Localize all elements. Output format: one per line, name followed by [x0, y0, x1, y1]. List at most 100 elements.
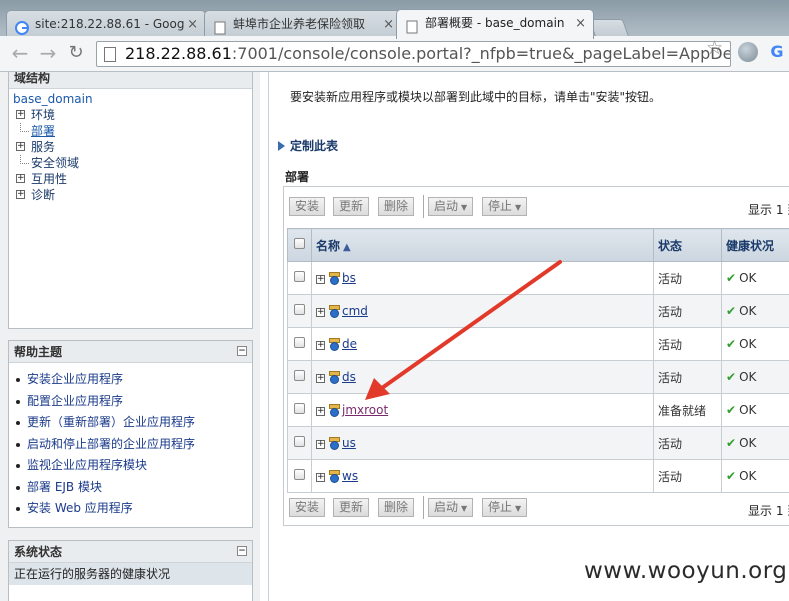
globe-extension-icon[interactable] — [738, 42, 758, 62]
bookmark-star-icon[interactable]: ☆ — [706, 37, 723, 59]
expand-icon[interactable]: + — [316, 473, 325, 482]
select-all-checkbox[interactable] — [294, 238, 305, 249]
expand-icon[interactable]: + — [316, 407, 325, 416]
back-arrow-icon[interactable]: ← — [8, 42, 32, 66]
tree-item-security-realms[interactable]: 安全领域 — [13, 155, 248, 171]
row-checkbox[interactable] — [294, 436, 305, 447]
browser-chrome: site:218.22.88.61 - Goog × 蚌埠市企业养老保险领取 ×… — [0, 0, 789, 72]
column-header-state[interactable]: 状态 — [653, 228, 722, 262]
forward-arrow-icon[interactable]: → — [36, 42, 60, 66]
browser-tab-deployments[interactable]: 部署概要 - base_domain × — [396, 9, 594, 39]
new-tab-button[interactable] — [588, 19, 630, 37]
tree-item-diagnostics[interactable]: + 诊断 — [13, 187, 248, 203]
deployment-link[interactable]: ws — [342, 469, 358, 483]
row-checkbox[interactable] — [294, 469, 305, 480]
expand-icon[interactable]: + — [316, 275, 325, 284]
expand-icon[interactable]: + — [316, 308, 325, 317]
application-icon — [329, 404, 340, 417]
expand-icon[interactable]: + — [316, 374, 325, 383]
help-link-install-app[interactable]: 安装企业应用程序 — [27, 372, 123, 386]
column-header-name[interactable]: 名称 ▲ — [311, 228, 654, 262]
expand-icon[interactable]: + — [16, 110, 25, 119]
deployment-link[interactable]: cmd — [342, 304, 368, 318]
deployment-link[interactable]: bs — [342, 271, 356, 285]
install-button[interactable]: 安装 — [289, 498, 326, 517]
expand-icon[interactable]: + — [16, 174, 25, 183]
console-page: 域结构 base_domain + 环境 部署 + 服务 安全领域 + 互用性 … — [0, 72, 789, 601]
list-item: 启动和停止部署的企业应用程序 — [15, 434, 252, 456]
install-button[interactable]: 安装 — [289, 197, 326, 216]
help-link-monitor-modules[interactable]: 监视企业应用程序模块 — [27, 458, 147, 472]
row-checkbox[interactable] — [294, 271, 305, 282]
list-item: 部署 EJB 模块 — [15, 477, 252, 499]
application-icon — [329, 338, 340, 351]
collapse-icon[interactable]: − — [237, 346, 247, 356]
help-link-configure-app[interactable]: 配置企业应用程序 — [27, 394, 123, 408]
expand-icon[interactable]: + — [16, 142, 25, 151]
row-checkbox[interactable] — [294, 304, 305, 315]
checkmark-icon: ✔ — [726, 304, 737, 318]
row-select-cell — [287, 426, 312, 460]
table-row: + ds 活动 ✔ OK — [287, 360, 789, 394]
health-value: OK — [739, 469, 757, 483]
sort-ascending-icon[interactable]: ▲ — [343, 242, 351, 253]
state-cell: 活动 — [653, 426, 722, 460]
update-button[interactable]: 更新 — [333, 197, 370, 216]
close-icon[interactable]: × — [575, 10, 586, 37]
deployment-link[interactable]: de — [342, 337, 357, 351]
tree-item-deployments[interactable]: 部署 — [13, 123, 248, 139]
row-checkbox[interactable] — [294, 403, 305, 414]
tree-item-interoperability[interactable]: + 互用性 — [13, 171, 248, 187]
help-link-redeploy-app[interactable]: 更新（重新部署）企业应用程序 — [27, 415, 195, 429]
tab-title: site:218.22.88.61 - Goog — [35, 17, 185, 31]
health-value: OK — [739, 436, 757, 450]
health-cell: ✔ OK — [721, 459, 789, 493]
row-select-cell — [287, 393, 312, 427]
table-row: + cmd 活动 ✔ OK — [287, 294, 789, 328]
expand-icon[interactable]: + — [316, 341, 325, 350]
deployment-link[interactable]: jmxroot — [342, 403, 388, 417]
table-row: + ws 活动 ✔ OK — [287, 459, 789, 493]
column-header-health[interactable]: 健康状况 — [721, 228, 789, 262]
select-all-cell — [287, 228, 312, 262]
customize-table-link[interactable]: 定制此表 — [278, 137, 338, 154]
checkmark-icon: ✔ — [726, 403, 737, 417]
reload-icon[interactable]: ↻ — [64, 42, 88, 66]
close-icon[interactable]: × — [383, 11, 394, 38]
stop-dropdown-button[interactable]: 停止 ▼ — [482, 498, 528, 517]
help-link-deploy-ejb[interactable]: 部署 EJB 模块 — [27, 480, 102, 494]
stop-dropdown-button[interactable]: 停止 ▼ — [482, 197, 528, 216]
help-link-start-stop-app[interactable]: 启动和停止部署的企业应用程序 — [27, 437, 195, 451]
deployment-link[interactable]: ds — [342, 370, 356, 384]
application-icon — [329, 470, 340, 483]
browser-tab-google[interactable]: site:218.22.88.61 - Goog × — [6, 10, 206, 38]
close-icon[interactable]: × — [187, 11, 198, 38]
delete-button[interactable]: 删除 — [378, 197, 415, 216]
start-dropdown-button[interactable]: 启动 ▼ — [428, 498, 474, 517]
server-health-subtitle: 正在运行的服务器的健康状况 — [9, 563, 252, 585]
list-item: 监视企业应用程序模块 — [15, 455, 252, 477]
expand-icon[interactable]: + — [16, 190, 25, 199]
chevron-down-icon: ▼ — [515, 203, 522, 212]
row-checkbox[interactable] — [294, 370, 305, 381]
tree-item-services[interactable]: + 服务 — [13, 139, 248, 155]
collapse-icon[interactable]: − — [237, 546, 247, 556]
help-link-install-web-app[interactable]: 安装 Web 应用程序 — [27, 501, 133, 515]
name-cell: + ws — [311, 459, 654, 493]
google-extension-icon[interactable]: G — [767, 42, 787, 62]
delete-button[interactable]: 删除 — [378, 498, 415, 517]
domain-structure-title: 域结构 — [9, 72, 252, 89]
update-button[interactable]: 更新 — [333, 498, 370, 517]
expand-icon[interactable]: + — [316, 440, 325, 449]
browser-toolbar: ← → ↻ 218.22.88.61:7001/console/console.… — [0, 36, 789, 72]
name-cell: + cmd — [311, 294, 654, 328]
url-host: 218.22.88.61 — [125, 44, 232, 63]
deployment-link[interactable]: us — [342, 436, 356, 450]
tree-item-environment[interactable]: + 环境 — [13, 107, 248, 123]
browser-tab-pension[interactable]: 蚌埠市企业养老保险领取 × — [204, 10, 402, 38]
application-icon — [329, 272, 340, 285]
tree-root-base-domain[interactable]: base_domain — [13, 89, 248, 107]
start-dropdown-button[interactable]: 启动 ▼ — [428, 197, 474, 216]
address-bar[interactable]: 218.22.88.61:7001/console/console.portal… — [96, 41, 731, 67]
row-checkbox[interactable] — [294, 337, 305, 348]
